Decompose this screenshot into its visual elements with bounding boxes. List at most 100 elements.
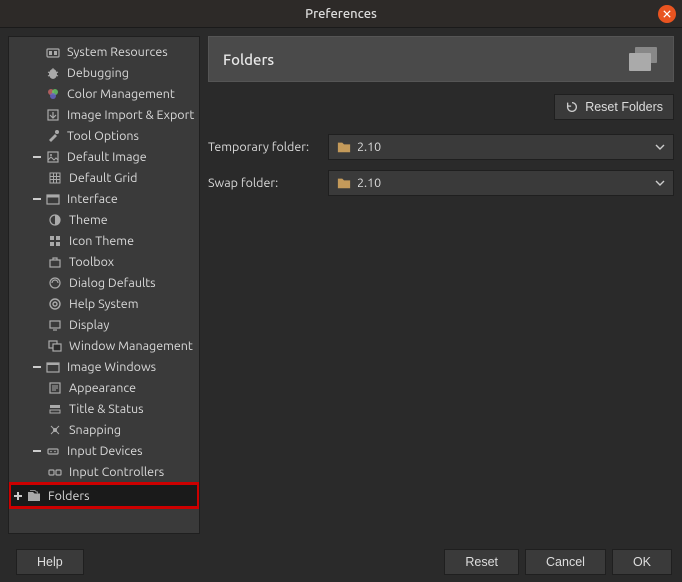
tree-item-color-management[interactable]: Color Management — [9, 83, 199, 104]
input-icon — [45, 443, 61, 459]
temporary-folder-select[interactable]: 2.10 — [328, 134, 674, 160]
swap-folder-select[interactable]: 2.10 — [328, 170, 674, 196]
close-icon — [663, 10, 671, 18]
tree-item-label: Default Grid — [69, 171, 137, 185]
tree-item-label: Help System — [69, 297, 138, 311]
tree-item-window-management[interactable]: Window Management — [9, 335, 199, 356]
tree-item-label: Default Image — [67, 150, 147, 164]
highlight-box: Folders — [8, 482, 200, 509]
tree-item-label: Image Import & Export — [67, 108, 194, 122]
reset-folders-button[interactable]: Reset Folders — [554, 94, 674, 120]
help-button[interactable]: Help — [16, 549, 84, 575]
snapping-icon — [47, 422, 63, 438]
expander-icon[interactable] — [31, 109, 43, 121]
preferences-tree[interactable]: System Resources Debugging Color Managemen… — [8, 36, 200, 534]
folder-icon — [337, 176, 351, 190]
window-title: Preferences — [305, 7, 377, 21]
expander-icon[interactable] — [31, 46, 43, 58]
tree-item-label: Image Windows — [67, 360, 156, 374]
tree-item-label: Dialog Defaults — [69, 276, 156, 290]
reset-folders-label: Reset Folders — [585, 100, 663, 114]
folders-icon — [26, 488, 42, 504]
tree-item-label: Title & Status — [69, 402, 144, 416]
tree-item-theme[interactable]: Theme — [9, 209, 199, 230]
close-button[interactable] — [658, 5, 676, 23]
swap-folder-row: Swap folder: 2.10 — [208, 170, 674, 196]
main-panel: Folders Reset Folders Temporary folder: … — [208, 36, 674, 534]
toolbox-icon — [47, 254, 63, 270]
tool-icon — [45, 128, 61, 144]
tree-item-title-status[interactable]: Title & Status — [9, 398, 199, 419]
tree-item-appearance[interactable]: Appearance — [9, 377, 199, 398]
tree-item-label: Tool Options — [67, 129, 139, 143]
temporary-folder-label: Temporary folder: — [208, 140, 320, 154]
expander-icon[interactable] — [31, 445, 43, 457]
ok-button[interactable]: OK — [612, 549, 672, 575]
tree-item-label: System Resources — [67, 45, 168, 59]
titlebar: Preferences — [0, 0, 682, 28]
reset-row: Reset Folders — [208, 94, 674, 120]
temporary-folder-value: 2.10 — [357, 140, 649, 154]
panel-title: Folders — [223, 51, 627, 68]
panel-header: Folders — [208, 36, 674, 82]
dialog-icon — [47, 275, 63, 291]
tree-item-label: Color Management — [67, 87, 175, 101]
expander-icon[interactable] — [31, 193, 43, 205]
tree-item-help-system[interactable]: Help System — [9, 293, 199, 314]
tree-item-default-grid[interactable]: Default Grid — [9, 167, 199, 188]
tree-item-toolbox[interactable]: Toolbox — [9, 251, 199, 272]
tree-item-image-windows[interactable]: Image Windows — [9, 356, 199, 377]
imgwin-icon — [45, 359, 61, 375]
tree-item-snapping[interactable]: Snapping — [9, 419, 199, 440]
color-icon — [45, 86, 61, 102]
tree-item-folders[interactable]: Folders — [11, 485, 197, 506]
expander-icon[interactable] — [31, 151, 43, 163]
window-icon — [47, 338, 63, 354]
tree-item-system-resources[interactable]: System Resources — [9, 41, 199, 62]
swap-folder-value: 2.10 — [357, 176, 649, 190]
expander-icon[interactable] — [31, 88, 43, 100]
content-area: System Resources Debugging Color Managemen… — [0, 28, 682, 542]
cancel-button[interactable]: Cancel — [525, 549, 606, 575]
help-icon — [47, 296, 63, 312]
image-icon — [45, 149, 61, 165]
tree-item-label: Input Controllers — [69, 465, 164, 479]
footer: Help Reset Cancel OK — [0, 542, 682, 582]
tree-item-label: Toolbox — [69, 255, 114, 269]
tree-item-label: Appearance — [69, 381, 136, 395]
tree-item-icon-theme[interactable]: Icon Theme — [9, 230, 199, 251]
tree-item-display[interactable]: Display — [9, 314, 199, 335]
tree-item-dialog-defaults[interactable]: Dialog Defaults — [9, 272, 199, 293]
chevron-down-icon — [655, 141, 665, 153]
debug-icon — [45, 65, 61, 81]
tree-item-image-import-export[interactable]: Image Import & Export — [9, 104, 199, 125]
controllers-icon — [47, 464, 63, 480]
reset-button[interactable]: Reset — [444, 549, 519, 575]
folder-icon — [337, 140, 351, 154]
expander-icon[interactable] — [31, 130, 43, 142]
folders-header-icon — [627, 45, 659, 73]
tree-item-default-image[interactable]: Default Image — [9, 146, 199, 167]
import-icon — [45, 107, 61, 123]
temporary-folder-row: Temporary folder: 2.10 — [208, 134, 674, 160]
tree-item-label: Window Management — [69, 339, 193, 353]
tree-item-label: Interface — [67, 192, 118, 206]
tree-item-label: Input Devices — [67, 444, 143, 458]
tree-item-label: Theme — [69, 213, 108, 227]
swap-folder-label: Swap folder: — [208, 176, 320, 190]
expander-icon[interactable] — [31, 361, 43, 373]
tree-item-label: Folders — [48, 489, 90, 503]
panel-body: Reset Folders Temporary folder: 2.10 Swa… — [208, 82, 674, 218]
resources-icon — [45, 44, 61, 60]
tree-item-interface[interactable]: Interface — [9, 188, 199, 209]
tree-item-input-controllers[interactable]: Input Controllers — [9, 461, 199, 482]
theme-icon — [47, 212, 63, 228]
tree-item-label: Display — [69, 318, 109, 332]
tree-item-input-devices[interactable]: Input Devices — [9, 440, 199, 461]
expander-icon[interactable] — [12, 490, 24, 502]
reset-icon — [565, 100, 579, 114]
tree-item-debugging[interactable]: Debugging — [9, 62, 199, 83]
expander-icon[interactable] — [31, 67, 43, 79]
tree-item-label: Snapping — [69, 423, 121, 437]
tree-item-tool-options[interactable]: Tool Options — [9, 125, 199, 146]
